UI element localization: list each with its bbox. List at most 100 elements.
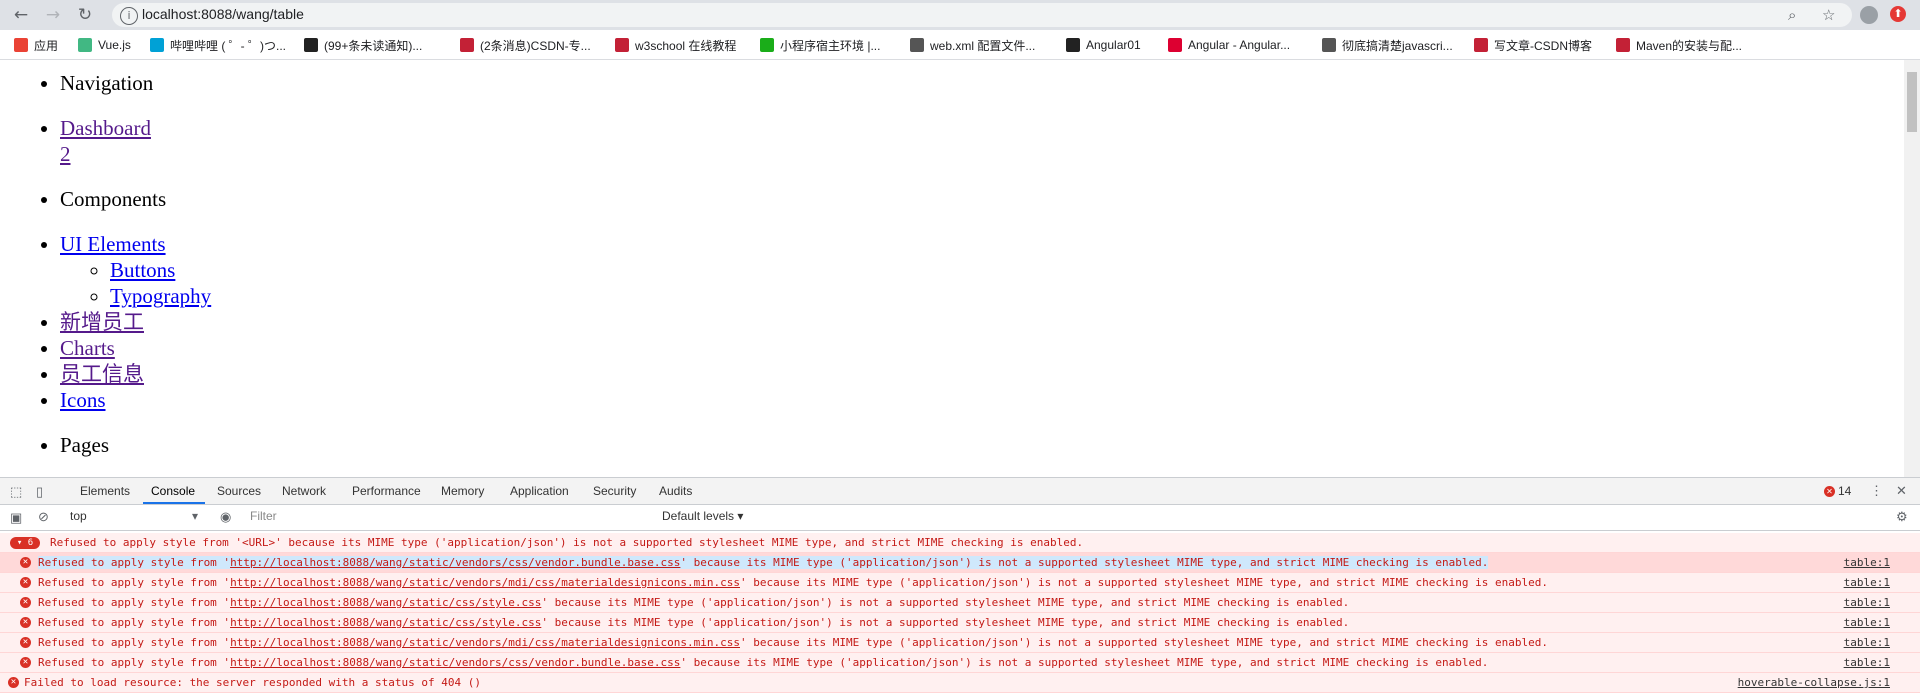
bookmark-item[interactable]: 小程序宿主环境 |... — [760, 36, 880, 54]
console-error-row[interactable]: ✕ Refused to apply style from 'http://loc… — [0, 653, 1920, 673]
address-bar[interactable]: i localhost:8088/wang/table ⌕ ☆ — [112, 3, 1852, 27]
tab-security[interactable]: Security — [593, 484, 636, 498]
error-count-value: 14 — [1838, 484, 1852, 498]
info-icon[interactable]: i — [120, 7, 138, 25]
message-prefix: Refused to apply style from ' — [38, 576, 231, 589]
error-source-link[interactable]: table:1 — [1844, 576, 1890, 589]
tab-elements[interactable]: Elements — [80, 484, 130, 498]
error-source-link[interactable]: table:1 — [1844, 636, 1890, 649]
bookmark-item[interactable]: (99+条未读通知)... — [304, 36, 422, 54]
message-suffix: ' because its MIME type ('application/js… — [740, 576, 1548, 589]
levels-value: Default levels — [662, 509, 735, 523]
console-error-row[interactable]: ✕ Refused to apply style from 'http://loc… — [0, 613, 1920, 633]
tab-performance[interactable]: Performance — [352, 484, 421, 498]
extension-icon[interactable]: ⬆ — [1890, 6, 1906, 22]
console-error-row[interactable]: ✕ Refused to apply style from 'http://loc… — [0, 553, 1920, 573]
bookmark-item[interactable]: 应用 — [14, 36, 58, 54]
tab-sources[interactable]: Sources — [217, 484, 261, 498]
context-select[interactable]: top ▾ — [70, 509, 200, 527]
bookmark-item[interactable]: 写文章-CSDN博客 — [1474, 36, 1592, 54]
console-error-row[interactable]: ✕ Refused to apply style from 'http://loc… — [0, 633, 1920, 653]
console-group-header[interactable]: ▾ 6 Refused to apply style from '<URL>' … — [0, 533, 1920, 553]
reload-icon[interactable]: ↻ — [74, 4, 96, 26]
buttons-link[interactable]: Buttons — [110, 258, 175, 282]
bookmark-favicon-icon — [1616, 38, 1630, 52]
icons-link[interactable]: Icons — [60, 388, 106, 412]
bookmark-item[interactable]: w3school 在线教程 — [615, 36, 736, 54]
url-text[interactable]: localhost:8088/wang/table — [142, 6, 304, 22]
error-counter[interactable]: ✕ 14 — [1824, 484, 1851, 498]
context-value: top — [70, 509, 87, 523]
eye-icon[interactable]: ◉ — [220, 509, 231, 525]
message-url-link[interactable]: http://localhost:8088/wang/static/vendor… — [230, 556, 680, 569]
tab-memory[interactable]: Memory — [441, 484, 484, 498]
tab-application[interactable]: Application — [510, 484, 569, 498]
console-error-row[interactable]: ✕ Refused to apply style from 'http://loc… — [0, 573, 1920, 593]
add-employee-link[interactable]: 新增员工 — [60, 310, 144, 334]
console-toolbar: ▣ ⊘ top ▾ ◉ Filter Default levels ▾ ⚙ — [0, 505, 1920, 531]
page-scrollbar[interactable] — [1904, 60, 1920, 477]
clear-console-icon[interactable]: ⊘ — [38, 509, 49, 525]
bookmark-favicon-icon — [615, 38, 629, 52]
message-suffix: ' because its MIME type ('application/js… — [740, 636, 1548, 649]
scrollbar-thumb[interactable] — [1907, 72, 1917, 132]
dashboard-link[interactable]: Dashboard — [60, 116, 151, 140]
section-navigation: Navigation — [60, 70, 1904, 96]
back-arrow-icon[interactable]: ← — [10, 4, 32, 26]
message-url-link[interactable]: http://localhost:8088/wang/static/css/st… — [230, 596, 541, 609]
error-source-link[interactable]: table:1 — [1844, 656, 1890, 669]
profile-avatar[interactable] — [1860, 6, 1878, 24]
more-options-icon[interactable]: ⋮ — [1870, 483, 1883, 499]
sidebar-toggle-icon[interactable]: ▣ — [10, 510, 22, 526]
error-group-badge: ▾ 6 — [10, 537, 40, 549]
bookmark-item[interactable]: Vue.js — [78, 36, 131, 54]
forward-arrow-icon[interactable]: → — [42, 4, 64, 26]
devtools-tabbar: ⬚ ▯ Elements Console Sources Network Perform… — [0, 478, 1920, 505]
message-url-link[interactable]: http://localhost:8088/wang/static/vendor… — [230, 636, 740, 649]
message-url-link[interactable]: http://localhost:8088/wang/static/vendor… — [230, 576, 740, 589]
error-message: Refused to apply style from 'http://loca… — [38, 656, 1488, 669]
typography-link[interactable]: Typography — [110, 284, 211, 308]
bookmark-item[interactable]: 彻底搞清楚javascri... — [1322, 36, 1453, 54]
error-source-link[interactable]: table:1 — [1844, 596, 1890, 609]
error-source-link[interactable]: hoverable-collapse.js:1 — [1738, 676, 1890, 689]
nav-item-icons: Icons — [60, 387, 1904, 413]
tab-network[interactable]: Network — [282, 484, 326, 498]
error-source-link[interactable]: table:1 — [1844, 616, 1890, 629]
error-icon: ✕ — [1824, 486, 1835, 498]
console-settings-icon[interactable]: ⚙ — [1896, 509, 1908, 525]
zoom-icon[interactable]: ⌕ — [1788, 6, 1796, 24]
charts-link[interactable]: Charts — [60, 336, 115, 360]
message-url-link[interactable]: http://localhost:8088/wang/static/css/st… — [230, 616, 541, 629]
bookmark-favicon-icon — [1168, 38, 1182, 52]
bookmark-item[interactable]: 哔哩哔哩 ( ゜- ゜)つ... — [150, 36, 286, 54]
bookmark-item[interactable]: Maven的安装与配... — [1616, 36, 1742, 54]
error-icon: ✕ — [20, 637, 31, 648]
error-icon: ✕ — [20, 617, 31, 628]
tab-console[interactable]: Console — [151, 484, 195, 498]
tab-audits[interactable]: Audits — [659, 484, 692, 498]
filter-input[interactable]: Filter — [250, 509, 650, 527]
device-toggle-icon[interactable]: ▯ — [36, 484, 43, 500]
message-prefix: Refused to apply style from ' — [38, 616, 231, 629]
inspect-element-icon[interactable]: ⬚ — [10, 484, 22, 500]
bookmark-item[interactable]: Angular - Angular... — [1168, 36, 1290, 54]
bookmark-favicon-icon — [304, 38, 318, 52]
message-url-link[interactable]: http://localhost:8088/wang/static/vendor… — [230, 656, 680, 669]
employee-info-link[interactable]: 员工信息 — [60, 362, 144, 386]
bookmark-item[interactable]: web.xml 配置文件... — [910, 36, 1035, 54]
bookmark-item[interactable]: Angular01 — [1066, 36, 1141, 54]
bookmark-item[interactable]: (2条消息)CSDN-专... — [460, 36, 591, 54]
nav-item-dashboard: Dashboard 2 — [60, 115, 1904, 167]
error-source-link[interactable]: table:1 — [1844, 556, 1890, 569]
close-devtools-icon[interactable]: ✕ — [1896, 483, 1907, 499]
log-levels-select[interactable]: Default levels ▾ — [662, 509, 743, 523]
error-icon: ✕ — [20, 577, 31, 588]
dashboard-badge-link[interactable]: 2 — [60, 142, 71, 166]
dropdown-arrow-icon: ▾ — [192, 509, 199, 523]
star-icon[interactable]: ☆ — [1822, 6, 1835, 24]
console-error-row[interactable]: ✕ Failed to load resource: the server re… — [0, 673, 1920, 693]
message-suffix: ' because its MIME type ('application/js… — [541, 596, 1350, 609]
console-error-row[interactable]: ✕ Refused to apply style from 'http://loc… — [0, 593, 1920, 613]
ui-elements-link[interactable]: UI Elements — [60, 232, 166, 256]
